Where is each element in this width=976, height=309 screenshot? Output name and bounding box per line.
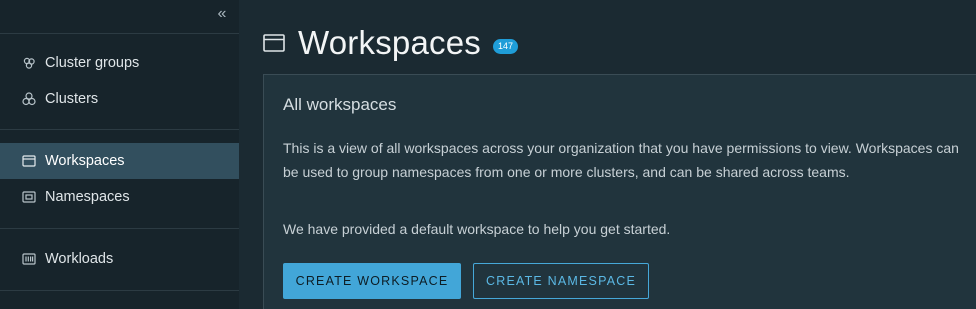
- sidebar-item-label: Clusters: [45, 91, 99, 107]
- workspace-window-icon: [22, 154, 36, 168]
- page-title: Workspaces: [298, 24, 481, 61]
- card-description: This is a view of all workspaces across …: [283, 140, 959, 180]
- count-badge: 147: [492, 38, 518, 54]
- sidebar-item-namespaces[interactable]: Namespaces: [0, 179, 239, 215]
- double-chevron-left-icon[interactable]: «: [212, 4, 232, 24]
- sidebar: « Cluster groups Clusters Workspaces Nam…: [0, 0, 239, 309]
- cluster-groups-icon: [22, 56, 36, 70]
- all-workspaces-card: All workspaces This is a view of all wor…: [263, 74, 976, 309]
- sidebar-item-label: Workspaces: [45, 153, 125, 169]
- main-content: Workspaces 147 All workspaces This is a …: [239, 0, 976, 309]
- sidebar-divider: [0, 33, 239, 34]
- sidebar-item-label: Namespaces: [45, 189, 130, 205]
- sidebar-item-workloads[interactable]: Workloads: [0, 241, 239, 277]
- card-title: All workspaces: [283, 95, 397, 114]
- sidebar-item-label: Workloads: [45, 251, 114, 267]
- create-namespace-button[interactable]: CREATE NAMESPACE: [473, 263, 649, 299]
- sidebar-item-workspaces[interactable]: Workspaces: [0, 143, 239, 179]
- workloads-icon: [22, 252, 36, 266]
- clusters-icon: [22, 92, 36, 106]
- sidebar-item-cluster-groups[interactable]: Cluster groups: [0, 45, 239, 81]
- workspace-window-icon: [263, 33, 285, 53]
- sidebar-divider: [0, 290, 239, 291]
- sidebar-item-label: Cluster groups: [45, 55, 140, 71]
- card-note: We have provided a default workspace to …: [283, 221, 671, 237]
- create-workspace-button[interactable]: CREATE WORKSPACE: [283, 263, 461, 299]
- namespaces-icon: [22, 190, 36, 204]
- sidebar-divider: [0, 129, 239, 130]
- sidebar-item-clusters[interactable]: Clusters: [0, 81, 239, 117]
- sidebar-divider: [0, 228, 239, 229]
- page-header: Workspaces 147: [263, 24, 518, 62]
